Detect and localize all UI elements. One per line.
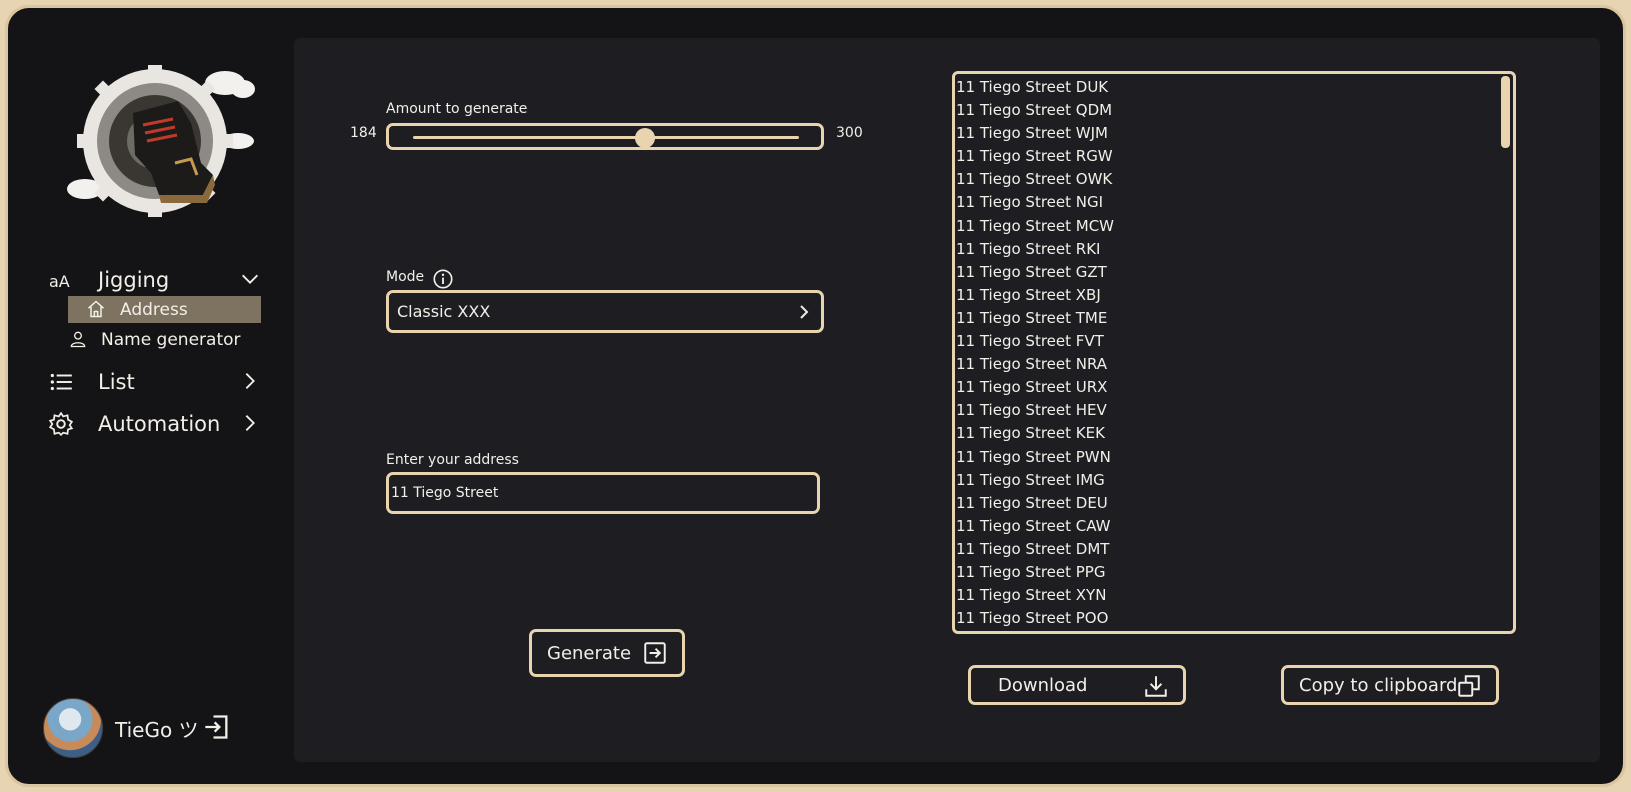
- list-item: 11 Tiego Street DMT: [956, 539, 1110, 558]
- slider-thumb[interactable]: [634, 128, 655, 148]
- list-item: 11 Tiego Street RGW: [956, 147, 1113, 166]
- user-icon: [70, 331, 86, 348]
- copy-button-label: Copy to clipboard: [1299, 674, 1458, 696]
- app-window: aA Jigging Address Name generator List A…: [5, 5, 1626, 787]
- sidebar-item-address-label: Address: [120, 299, 188, 320]
- list-item: 11 Tiego Street MCW: [956, 216, 1115, 235]
- mode-select-value: Classic XXX: [397, 302, 491, 321]
- download-button-label: Download: [998, 674, 1088, 696]
- nav-automation[interactable]: Automation: [48, 407, 273, 441]
- mode-select[interactable]: Classic XXX: [386, 290, 824, 333]
- amount-max-value: 300: [836, 125, 863, 141]
- username: TieGo ツ: [115, 718, 199, 742]
- nav-list-label: List: [98, 370, 135, 394]
- address-input[interactable]: [386, 472, 820, 514]
- mode-label: Mode: [386, 269, 425, 285]
- copy-icon: [1458, 675, 1480, 697]
- amount-label: Amount to generate: [386, 101, 528, 117]
- list-item: 11 Tiego Street XBJ: [956, 285, 1101, 304]
- nav-automation-label: Automation: [98, 412, 221, 436]
- logout-icon[interactable]: [203, 713, 231, 741]
- list-item: 11 Tiego Street POO: [956, 609, 1109, 628]
- list-item: 11 Tiego Street RKI: [956, 239, 1101, 258]
- arrow-right-box-icon: [644, 642, 666, 664]
- generate-button-label: Generate: [547, 642, 632, 664]
- scrollbar[interactable]: [1501, 76, 1510, 148]
- output-list-content: 11 Tiego Street DUK 11 Tiego Street QDM 11…: [955, 74, 1499, 631]
- info-icon[interactable]: [432, 268, 454, 290]
- chevron-right-icon[interactable]: [239, 412, 261, 434]
- chevron-right-icon[interactable]: [239, 370, 261, 392]
- list-item: 11 Tiego Street WJM: [956, 124, 1108, 143]
- list-item: 11 Tiego Street DEU: [956, 493, 1108, 512]
- list-item: 11 Tiego Street DUK: [956, 78, 1109, 96]
- output-list[interactable]: 11 Tiego Street DUK 11 Tiego Street QDM 11…: [952, 71, 1516, 634]
- copy-button[interactable]: Copy to clipboard: [1281, 665, 1499, 705]
- list-item: 11 Tiego Street TME: [956, 308, 1108, 327]
- download-button[interactable]: Download: [968, 665, 1186, 705]
- sidebar-item-name-generator[interactable]: Name generator: [68, 326, 261, 353]
- sidebar-item-address[interactable]: Address: [68, 296, 261, 323]
- chevron-down-icon[interactable]: [239, 268, 261, 290]
- list-item: 11 Tiego Street HEV: [956, 401, 1107, 420]
- download-icon: [1145, 676, 1167, 697]
- list-item: 11 Tiego Street NGI: [956, 193, 1104, 212]
- list-item: 11 Tiego Street IMG: [956, 470, 1105, 489]
- main-panel: Amount to generate 184 300 Mode Classic …: [294, 38, 1600, 762]
- slider-track: [413, 136, 799, 139]
- list-item: 11 Tiego Street QDM: [956, 101, 1113, 120]
- chevron-right-icon: [800, 305, 809, 319]
- amount-min-value: 184: [350, 125, 377, 141]
- sidebar-item-name-generator-label: Name generator: [101, 329, 241, 350]
- list-item: 11 Tiego Street KEK: [956, 424, 1105, 443]
- generate-button[interactable]: Generate: [529, 629, 685, 677]
- user-profile: TieGo ツ: [43, 698, 263, 758]
- list-item: 11 Tiego Street NRA: [956, 355, 1108, 374]
- font-case-icon: aA: [48, 267, 74, 293]
- nav-jigging[interactable]: aA Jigging: [48, 263, 273, 297]
- home-icon: [88, 300, 104, 318]
- nav-list[interactable]: List: [48, 365, 273, 399]
- avatar[interactable]: [43, 698, 103, 758]
- sidebar: aA Jigging Address Name generator List A…: [8, 8, 293, 784]
- list-item: 11 Tiego Street CAW: [956, 516, 1111, 535]
- svg-text:aA: aA: [49, 272, 70, 291]
- app-logo: [67, 65, 255, 217]
- list-item: 11 Tiego Street PPG: [956, 562, 1106, 581]
- gear-icon: [48, 411, 74, 437]
- amount-slider[interactable]: [386, 123, 824, 150]
- nav-jigging-label: Jigging: [98, 268, 170, 292]
- list-item: 11 Tiego Street FVT: [956, 332, 1104, 351]
- list-icon: [50, 373, 72, 391]
- list-item: 11 Tiego Street XYN: [956, 586, 1107, 605]
- list-item: 11 Tiego Street GZT: [956, 262, 1107, 281]
- list-item: 11 Tiego Street URX: [956, 378, 1108, 397]
- list-item: 11 Tiego Street PWN: [956, 447, 1111, 466]
- address-label: Enter your address: [386, 452, 519, 468]
- list-item: 11 Tiego Street OWK: [956, 170, 1113, 189]
